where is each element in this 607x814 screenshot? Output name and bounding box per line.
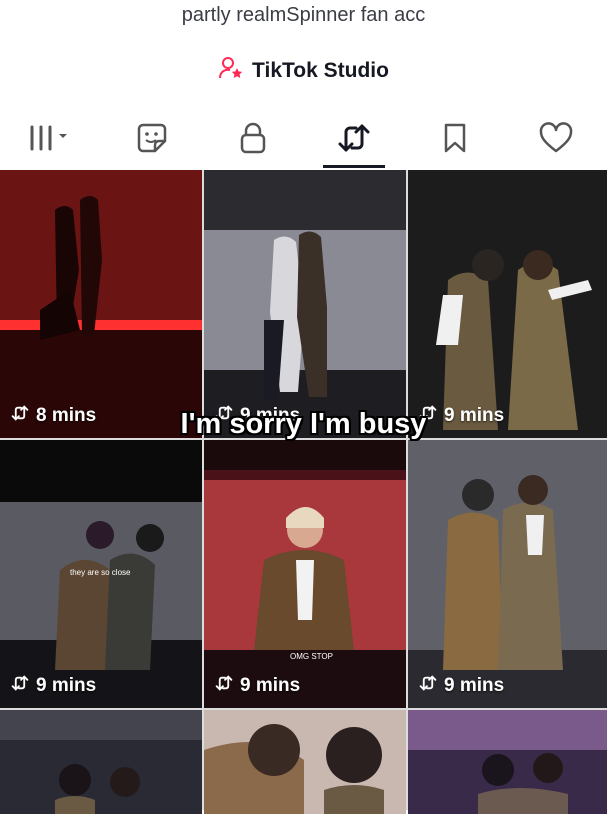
- tab-videos[interactable]: [0, 112, 101, 168]
- profile-bio: partly realmSpinner fan acc: [181, 4, 426, 26]
- repost-icon: [214, 674, 234, 698]
- video-thumbnail-6[interactable]: 9 mins: [408, 440, 607, 708]
- repost-icon: [336, 121, 372, 160]
- bookmark-icon: [441, 121, 469, 160]
- video-thumbnail-7[interactable]: [0, 710, 202, 814]
- tab-favorites[interactable]: [405, 112, 506, 168]
- video-thumbnail-3[interactable]: 9 mins: [408, 170, 607, 438]
- heart-icon: [538, 121, 574, 159]
- video-overlay-text: they are so close: [70, 568, 131, 577]
- studio-icon: [218, 56, 244, 85]
- video-overlay-text: OMG STOP: [290, 652, 333, 661]
- repost-time: 9 mins: [240, 675, 301, 696]
- video-thumbnail-9[interactable]: [408, 710, 607, 814]
- video-grid: 8 mins 9 mins 9 mins they are so close 9…: [0, 170, 607, 814]
- video-image: [204, 440, 406, 708]
- video-image: [408, 710, 607, 814]
- video-image: [0, 710, 202, 814]
- video-thumbnail-1[interactable]: 8 mins: [0, 170, 202, 438]
- video-image: [0, 170, 202, 438]
- video-image: [408, 440, 607, 708]
- repost-icon: [418, 674, 438, 698]
- video-thumbnail-5[interactable]: OMG STOP 9 mins: [204, 440, 406, 708]
- repost-time-badge: 9 mins: [418, 674, 504, 698]
- lock-icon: [238, 121, 268, 160]
- video-image: [204, 710, 406, 814]
- video-image: [204, 170, 406, 438]
- repost-time: 9 mins: [444, 675, 505, 696]
- repost-time: 9 mins: [36, 675, 97, 696]
- video-thumbnail-4[interactable]: they are so close 9 mins: [0, 440, 202, 708]
- tab-reposts[interactable]: [304, 112, 405, 168]
- tab-private[interactable]: [202, 112, 303, 168]
- video-image: [408, 170, 607, 438]
- tiktok-studio-link[interactable]: TikTok Studio: [0, 56, 607, 85]
- video-thumbnail-2[interactable]: 9 mins: [204, 170, 406, 438]
- studio-label: TikTok Studio: [252, 58, 389, 82]
- video-thumbnail-8[interactable]: [204, 710, 406, 814]
- sticker-icon: [135, 121, 169, 160]
- tab-stickers[interactable]: [101, 112, 202, 168]
- grid-icon: [26, 123, 76, 158]
- repost-time-badge: 9 mins: [10, 674, 96, 698]
- video-caption-overlay: I'm sorry I'm busy: [180, 408, 427, 440]
- tab-liked[interactable]: [506, 112, 607, 168]
- profile-tabs: [0, 112, 607, 168]
- repost-icon: [10, 674, 30, 698]
- repost-time-badge: 9 mins: [214, 674, 300, 698]
